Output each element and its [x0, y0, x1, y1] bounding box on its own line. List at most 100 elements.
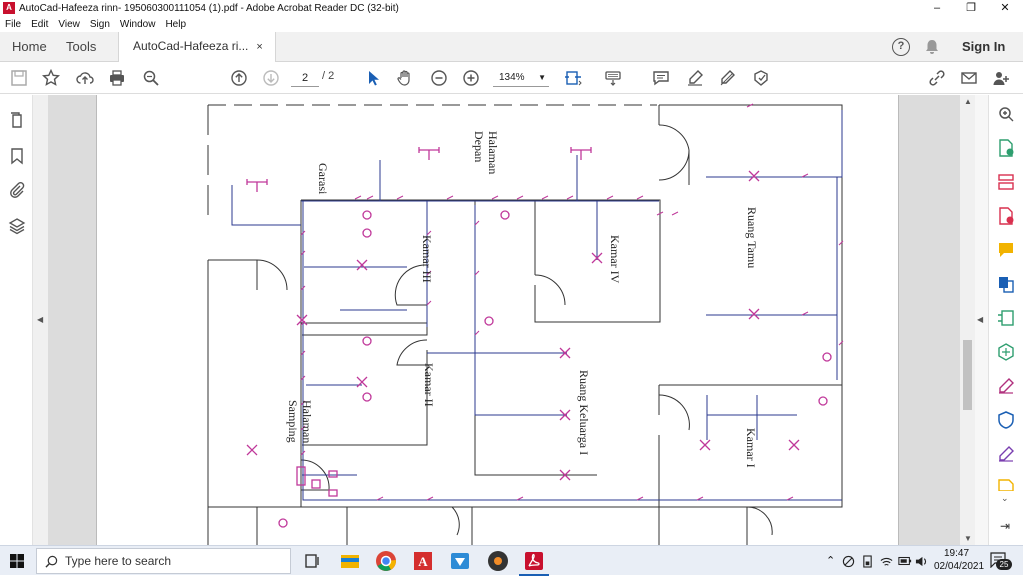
- tray-overflow-icon[interactable]: ⌃: [826, 554, 835, 567]
- bookmark-star-icon[interactable]: [40, 68, 62, 88]
- tab-home[interactable]: Home: [12, 32, 47, 62]
- battery-icon[interactable]: [898, 555, 912, 567]
- tab-tools[interactable]: Tools: [66, 32, 96, 62]
- edit-pdf-icon[interactable]: [997, 377, 1015, 395]
- expand-left-icon[interactable]: ◀: [37, 315, 43, 324]
- taskbar-search-input[interactable]: Type here to search: [36, 548, 291, 574]
- left-panel-collapse[interactable]: ◀: [33, 95, 48, 545]
- print-icon[interactable]: [106, 68, 128, 88]
- highlight-pen-icon[interactable]: [684, 68, 706, 88]
- send-review-icon[interactable]: [997, 479, 1015, 491]
- select-cursor-icon[interactable]: [362, 68, 384, 88]
- protect-shield-icon[interactable]: [997, 411, 1015, 429]
- windows-taskbar: Type here to search A ⌃ 19:47 02/04/2021…: [0, 545, 1023, 576]
- close-window-button[interactable]: ✕: [988, 0, 1022, 16]
- menu-window[interactable]: Window: [115, 19, 161, 30]
- tab-document[interactable]: AutoCad-Hafeeza ri... ×: [118, 32, 276, 63]
- label-halaman-samping-line1: Halaman: [300, 400, 314, 443]
- wifi-icon[interactable]: [880, 555, 893, 568]
- fit-page-icon[interactable]: [562, 68, 584, 88]
- more-tools-chevron-icon[interactable]: ⌄: [1001, 493, 1009, 504]
- page-thumbnails-icon[interactable]: [8, 111, 26, 129]
- teams-app-icon[interactable]: [448, 549, 472, 573]
- zoom-search-icon[interactable]: [997, 105, 1015, 123]
- vertical-scrollbar[interactable]: ▲ ▼: [960, 95, 975, 545]
- zoom-out-icon[interactable]: [428, 68, 450, 88]
- email-icon[interactable]: [958, 68, 980, 88]
- label-ruang-keluarga: Ruang Keluarga I: [577, 370, 591, 455]
- page-number-input[interactable]: 2: [291, 69, 319, 87]
- menu-view[interactable]: View: [53, 19, 85, 30]
- fill-sign-tool-icon[interactable]: [997, 445, 1015, 463]
- main-toolbar: 2 / 2 134% ▼: [0, 62, 1023, 94]
- clock-time[interactable]: 19:47: [944, 548, 969, 559]
- help-icon[interactable]: ?: [892, 38, 910, 56]
- chrome-icon[interactable]: [374, 549, 398, 573]
- share-link-icon[interactable]: [926, 68, 948, 88]
- keyboard-scroll-icon[interactable]: [602, 68, 624, 88]
- previous-page-icon[interactable]: [228, 68, 250, 88]
- zoom-level-select[interactable]: 134% ▼: [493, 69, 549, 87]
- next-page-icon[interactable]: [260, 68, 282, 88]
- left-navigation-rail: [0, 95, 33, 545]
- zoom-level-value: 134%: [499, 72, 525, 83]
- scan-ocr-icon[interactable]: [997, 343, 1015, 361]
- tab-close-button[interactable]: ×: [256, 41, 262, 53]
- maximize-button[interactable]: ❐: [954, 0, 988, 16]
- create-pdf-icon[interactable]: [997, 139, 1015, 157]
- clock-date[interactable]: 02/04/2021: [934, 561, 984, 572]
- search-zoom-icon[interactable]: [140, 68, 162, 88]
- compress-pdf-icon[interactable]: [997, 309, 1015, 327]
- fill-sign-icon[interactable]: [750, 68, 772, 88]
- media-player-icon[interactable]: [486, 549, 510, 573]
- collapse-tools-icon[interactable]: ⇥: [1000, 519, 1010, 533]
- sign-in-button[interactable]: Sign In: [962, 39, 1005, 54]
- collapse-right-icon[interactable]: ◀: [977, 315, 983, 324]
- layers-icon[interactable]: [8, 217, 26, 235]
- export-pdf-icon[interactable]: [997, 207, 1015, 225]
- upload-cloud-icon[interactable]: [74, 68, 96, 88]
- battery-saver-icon[interactable]: [862, 555, 873, 568]
- acrobat-taskbar-icon[interactable]: [522, 549, 546, 573]
- label-halaman-depan-line2: Depan: [472, 131, 486, 162]
- volume-icon[interactable]: [915, 555, 928, 568]
- windows-start-icon[interactable]: [10, 554, 24, 568]
- zoom-in-icon[interactable]: [460, 68, 482, 88]
- menu-bar: File Edit View Sign Window Help: [0, 16, 1023, 32]
- task-view-icon[interactable]: [300, 549, 324, 573]
- right-panel-collapse[interactable]: ◀: [975, 95, 988, 545]
- page-total: / 2: [322, 70, 335, 82]
- floor-plan-drawing: Garasi Halaman Depan Kamar III Kamar IV …: [207, 103, 844, 545]
- label-garasi: Garasi: [316, 163, 330, 195]
- add-user-icon[interactable]: [990, 68, 1012, 88]
- document-viewport[interactable]: Garasi Halaman Depan Kamar III Kamar IV …: [48, 95, 960, 545]
- scroll-up-icon[interactable]: ▲: [964, 97, 972, 106]
- network-status-icon[interactable]: [842, 555, 855, 568]
- title-bar: A AutoCad-Hafeeza rinn- 195060300111054 …: [0, 0, 1023, 16]
- autocad-icon[interactable]: A: [411, 549, 435, 573]
- scroll-down-icon[interactable]: ▼: [964, 534, 972, 543]
- organize-pages-icon[interactable]: [997, 173, 1015, 191]
- save-icon[interactable]: [8, 68, 30, 88]
- menu-sign[interactable]: Sign: [85, 19, 115, 30]
- file-explorer-icon[interactable]: [338, 549, 362, 573]
- right-tools-rail: ⌄ ⇥: [988, 95, 1023, 545]
- notification-count-badge: 25: [996, 559, 1012, 570]
- notification-center-icon[interactable]: 25: [990, 552, 1012, 570]
- menu-edit[interactable]: Edit: [26, 19, 53, 30]
- attachment-icon[interactable]: [8, 181, 26, 199]
- combine-files-icon[interactable]: [997, 275, 1015, 293]
- bell-icon[interactable]: [924, 39, 940, 55]
- menu-help[interactable]: Help: [160, 19, 191, 30]
- scrollbar-thumb[interactable]: [963, 340, 972, 410]
- minimize-button[interactable]: –: [920, 0, 954, 16]
- bookmark-icon[interactable]: [8, 147, 26, 165]
- acrobat-app-icon: A: [3, 2, 15, 14]
- comment-icon[interactable]: [650, 68, 672, 88]
- hand-tool-icon[interactable]: [394, 68, 416, 88]
- draw-freehand-icon[interactable]: [716, 68, 738, 88]
- menu-file[interactable]: File: [0, 19, 26, 30]
- tab-document-label: AutoCad-Hafeeza ri...: [133, 39, 249, 53]
- label-halaman-samping-line2: Samping: [286, 400, 300, 443]
- comment-tool-icon[interactable]: [997, 241, 1015, 259]
